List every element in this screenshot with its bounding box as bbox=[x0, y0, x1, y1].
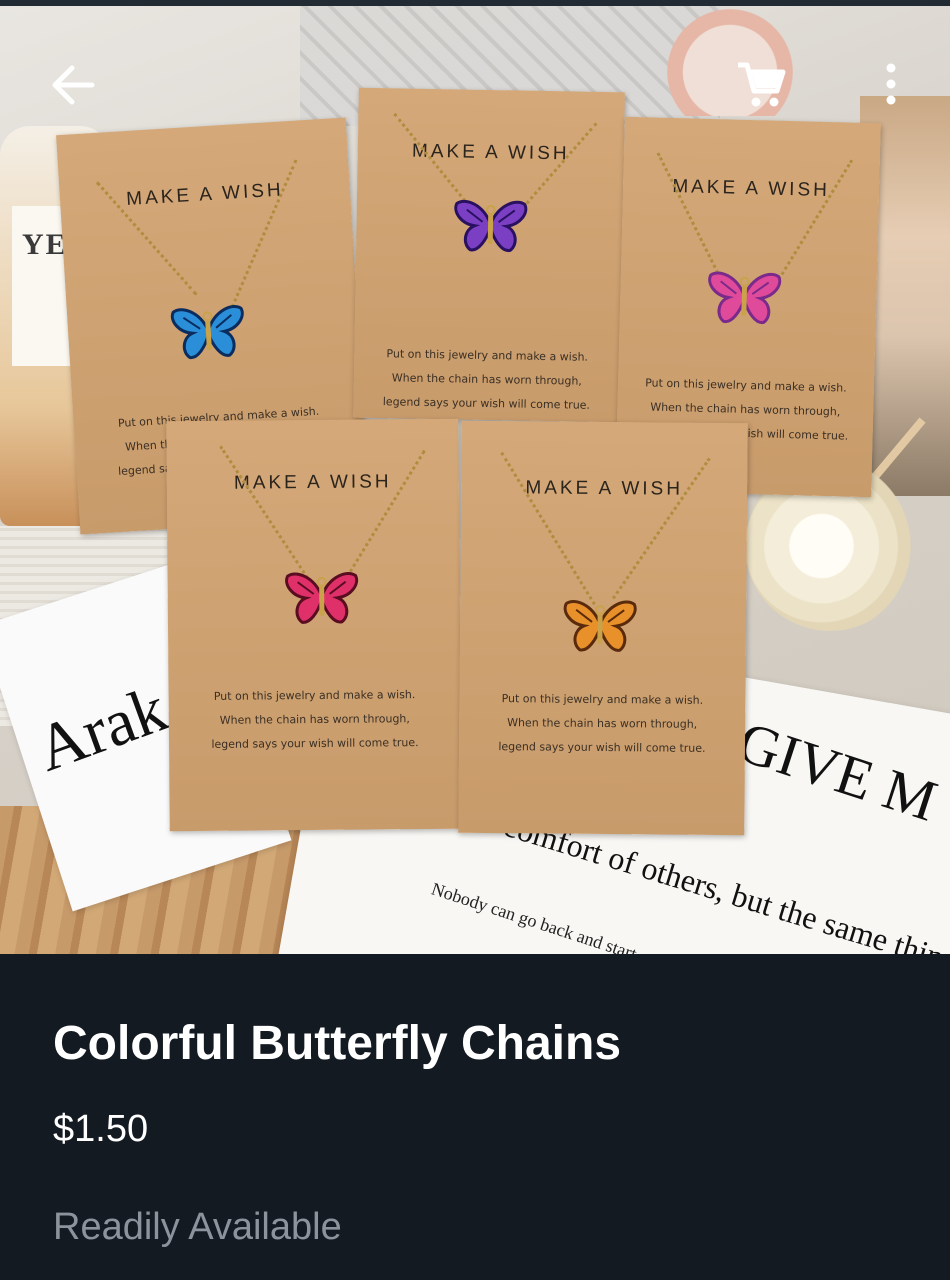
butterfly-pendant bbox=[454, 199, 528, 252]
butterfly-pendant bbox=[708, 271, 782, 324]
necklace-card-2: MAKE A WISH Put on this jewelry and make… bbox=[353, 87, 625, 423]
card-heading: MAKE A WISH bbox=[125, 179, 285, 211]
necklace-chain bbox=[656, 152, 722, 280]
shopping-cart-icon[interactable] bbox=[734, 58, 788, 112]
card-verse: Put on this jewelry and make a wish. Whe… bbox=[459, 687, 746, 761]
card-verse-line: legend says your wish will come true. bbox=[211, 736, 419, 751]
necklace-card-5: MAKE A WISH Put on this jewelry and make… bbox=[458, 420, 748, 836]
product-image[interactable]: YE WA RO Arak GIVE M comfort of others, … bbox=[0, 6, 950, 954]
card-verse: Put on this jewelry and make a wish. Whe… bbox=[169, 683, 462, 758]
card-verse-line: Put on this jewelry and make a wish. bbox=[213, 688, 416, 703]
necklace-chain bbox=[344, 449, 426, 580]
necklace-chain bbox=[219, 445, 309, 579]
necklace-card-4: MAKE A WISH Put on this jewelry and make… bbox=[166, 418, 462, 832]
product-title: Colorful Butterfly Chains bbox=[53, 1017, 622, 1070]
card-verse-line: When the chain has worn through, bbox=[507, 716, 698, 731]
availability-status: Readily Available bbox=[53, 1206, 342, 1248]
card-heading: MAKE A WISH bbox=[411, 140, 570, 165]
card-verse-line: legend says your wish will come true. bbox=[382, 395, 591, 412]
card-verse: Put on this jewelry and make a wish. Whe… bbox=[353, 342, 620, 419]
butterfly-pendant bbox=[563, 600, 637, 652]
necklace-chain bbox=[500, 451, 596, 606]
necklace-chain bbox=[777, 159, 854, 281]
butterfly-pendant bbox=[170, 305, 244, 359]
necklace-chain bbox=[517, 122, 598, 214]
card-heading: MAKE A WISH bbox=[525, 477, 684, 500]
back-arrow-icon[interactable] bbox=[46, 58, 100, 112]
card-verse-line: legend says your wish will come true. bbox=[498, 740, 706, 755]
card-heading: MAKE A WISH bbox=[233, 471, 392, 494]
butterfly-pendant bbox=[285, 571, 359, 624]
more-vertical-icon[interactable] bbox=[872, 58, 910, 112]
card-verse-line: When the chain has worn through, bbox=[219, 712, 410, 727]
product-price: $1.50 bbox=[53, 1108, 149, 1150]
card-verse-line: Put on this jewelry and make a wish. bbox=[501, 692, 704, 707]
